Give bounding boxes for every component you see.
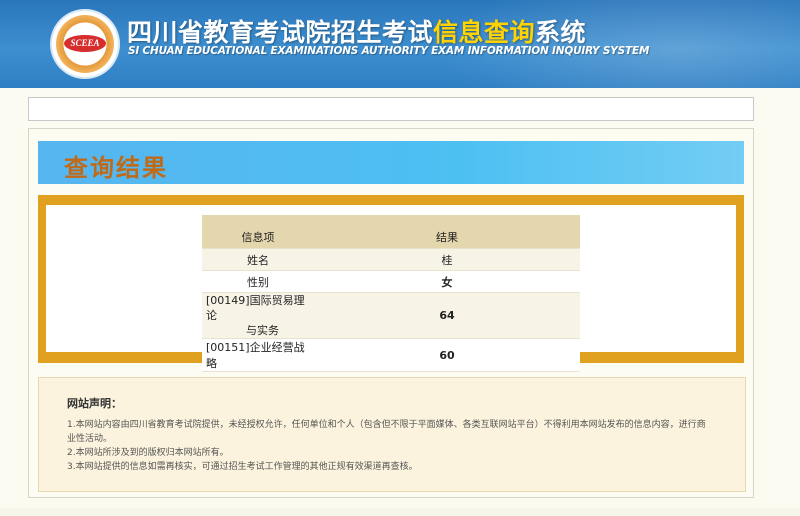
site-title-part1: 四川省教育考试院招生考试 <box>127 18 434 47</box>
site-subtitle: SI CHUAN EDUCATIONAL EXAMINATIONS AUTHOR… <box>128 45 650 57</box>
notice-line-2: 2.本网站所涉及到的版权归本网站所有。 <box>67 448 229 458</box>
table-row: [00149]国际贸易理论 与实务 64 <box>202 292 580 339</box>
row-label-course-00151: [00151]企业经营战略 <box>202 338 314 372</box>
site-header: SCEEA 四川省教育考试院招生考试信息查询系统 SI CHUAN EDUCAT… <box>0 0 800 88</box>
course-00149-line1: [00149]国际贸易理论 <box>206 294 305 322</box>
site-title-part3: 系统 <box>535 18 587 47</box>
site-title-highlight: 信息查询 <box>433 18 536 47</box>
row-value-name: 桂 <box>314 248 580 271</box>
course-00149-line2: 与实务 <box>246 324 279 337</box>
notice-line-3: 3.本网站提供的信息如需再核实，可通过招生考试工作管理的其他正规有效渠道再查核。 <box>67 462 418 472</box>
table-row: 姓名 桂 <box>202 248 580 271</box>
row-value-course-00151: 60 <box>314 338 580 372</box>
table-row: 性别 女 <box>202 270 580 293</box>
result-title: 查询结果 <box>64 154 168 182</box>
row-value-course-00149: 64 <box>314 292 580 339</box>
logo-badge: SCEEA <box>64 35 106 52</box>
site-title: 四川省教育考试院招生考试信息查询系统 <box>127 13 586 49</box>
empty-banner-box <box>28 97 754 121</box>
result-table: 信息项 结果 姓名 桂 性别 女 [00149]国际贸易理论 与实务 64 [0… <box>202 215 580 372</box>
notice-line-1a: 1.本网站内容由四川省教育考试院提供，未经授权允许，任何单位和个人（包含但不限于… <box>67 420 706 430</box>
sceea-logo: SCEEA <box>52 11 118 77</box>
bottom-strip <box>0 508 800 516</box>
site-notice: 网站声明： 1.本网站内容由四川省教育考试院提供，未经授权允许，任何单位和个人（… <box>38 377 746 492</box>
table-header-row: 信息项 结果 <box>202 215 580 249</box>
notice-title: 网站声明： <box>67 397 122 410</box>
row-label-gender: 性别 <box>202 270 314 293</box>
row-value-gender: 女 <box>314 270 580 293</box>
row-label-course-00149: [00149]国际贸易理论 与实务 <box>202 292 314 339</box>
result-title-bar: 查询结果 <box>38 141 744 184</box>
row-label-name: 姓名 <box>202 248 314 271</box>
column-header-item: 信息项 <box>202 215 314 249</box>
table-row: [00151]企业经营战略 60 <box>202 338 580 372</box>
notice-line-1b: 业性活动。 <box>67 434 113 444</box>
column-header-result: 结果 <box>314 215 580 249</box>
